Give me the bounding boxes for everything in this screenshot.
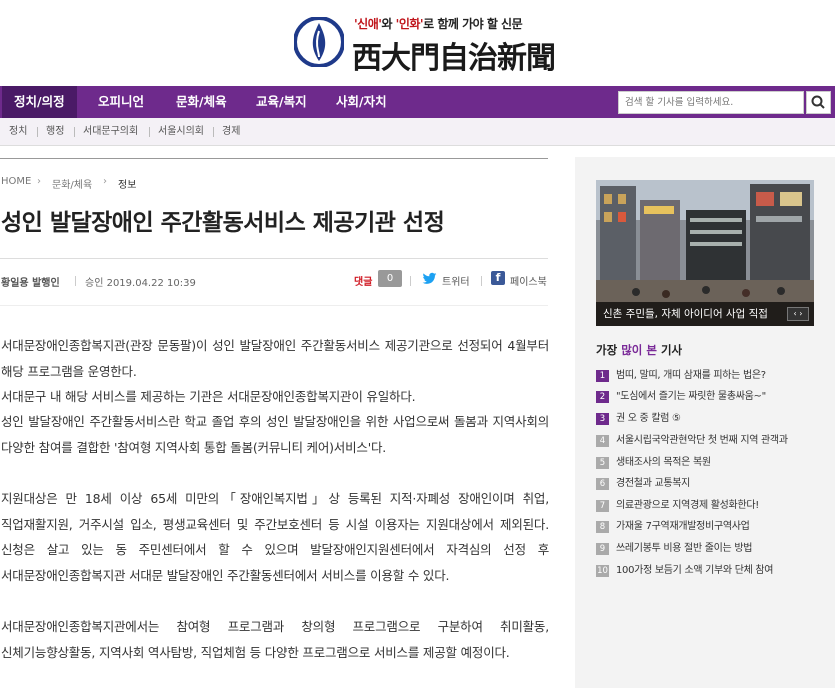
popular-item[interactable]: 5 생태조사의 목적은 복원 [596,456,826,470]
breadcrumb-current[interactable]: 정보 [118,176,136,191]
subnav-item-admin[interactable]: 행정 [46,118,64,146]
popular-item-title[interactable]: 100가정 보듬기 소액 기부와 단체 참여 [616,564,773,578]
rank-badge: 6 [596,478,609,490]
slogan-rest: 로 함께 가야 할 신문 [423,17,523,31]
twitter-share-label[interactable]: 트위터 [442,273,470,288]
article-paragraph: 서대문장애인종합복지관에서는 참여형 프로그램과 창의형 프로그램으로 구분하여… [1,619,549,660]
divider [149,127,150,137]
comment-label[interactable]: 댓글 [354,273,372,288]
breadcrumb-section[interactable]: 문화/체육 [52,176,92,191]
popular-item-title[interactable]: 의료관광으로 지역경제 활성화한다! [616,499,759,513]
featured-photo[interactable]: 신촌 주민들, 자체 아이디어 사업 직접 ‹ › [596,180,814,326]
article-paragraph: 지원대상은 만 18세 이상 65세 미만의「장애인복지법」상 등록된 지적·자… [1,491,549,583]
search-button[interactable] [806,91,831,114]
divider [410,276,411,286]
popular-item-title[interactable]: 권 오 중 칼럼 ⑤ [616,412,681,426]
divider [0,158,548,159]
slogan: '신애'와 '인화'로 함께 가야 할 신문 [354,15,523,32]
popular-item[interactable]: 1 범띠, 말띠, 개띠 삼재를 피하는 법은? [596,369,826,383]
slogan-quote-2: '인화' [395,17,424,31]
subnav-item-district-council[interactable]: 서대문구의회 [83,118,138,146]
divider [213,127,214,137]
chevron-right-icon: › [103,176,107,187]
subnav-item-city-council[interactable]: 서울시의회 [158,118,204,146]
rank-badge: 10 [596,565,609,577]
slogan-quote-1: '신애' [354,17,382,31]
rank-badge: 2 [596,391,609,403]
slogan-mid: 와 [381,17,392,31]
divider [74,127,75,137]
newspaper-name: 西大門自治新聞 [352,41,556,76]
popular-articles-title: 가장 많이 본 기사 [596,342,682,358]
popular-item[interactable]: 6 경전철과 교통복지 [596,477,826,491]
nav-item-culture[interactable]: 문화/체육 [176,86,227,118]
subnav-item-politics[interactable]: 정치 [9,118,27,146]
popular-item-title[interactable]: 쓰레기봉투 비용 절반 줄이는 방법 [616,542,752,556]
nav-item-politics[interactable]: 정치/의정 [2,86,77,118]
popular-item[interactable]: 7 의료관광으로 지역경제 활성화한다! [596,499,826,513]
masthead: '신애'와 '인화'로 함께 가야 할 신문 西大門自治新聞 [0,0,835,86]
popular-item[interactable]: 8 가재울 7구역재개발정비구역사업 [596,520,826,534]
subnav-item-economy[interactable]: 경제 [222,118,240,146]
breadcrumb-home[interactable]: HOME [1,176,31,187]
popular-item[interactable]: 3 권 오 중 칼럼 ⑤ [596,412,826,426]
popular-item-title[interactable]: 서울시립국악관현악단 첫 번째 지역 관객과 [616,434,788,448]
popular-item[interactable]: 9 쓰레기봉투 비용 절반 줄이는 방법 [596,542,826,556]
rank-badge: 3 [596,413,609,425]
nav-item-education[interactable]: 교육/복지 [256,86,307,118]
divider [37,127,38,137]
popular-title-post: 기사 [660,343,683,357]
carousel-arrows-icon[interactable]: ‹ › [787,307,809,321]
twitter-icon[interactable] [422,271,437,286]
facebook-share-label[interactable]: 페이스북 [510,273,547,288]
site-logo[interactable]: '신애'와 '인화'로 함께 가야 할 신문 西大門自治新聞 [294,11,556,76]
chevron-right-icon: › [37,176,41,187]
article-paragraph: 서대문구 내 해당 서비스를 제공하는 기관은 서대문장애인종합복지관이 유일하… [1,389,416,404]
sub-nav: 정치 행정 서대문구의회 서울시의회 경제 [0,118,835,146]
rank-badge: 5 [596,457,609,469]
nav-item-society[interactable]: 사회/자치 [336,86,387,118]
popular-item-title[interactable]: 경전철과 교통복지 [616,477,690,491]
comment-count-badge[interactable]: 0 [378,270,402,287]
popular-item-title[interactable]: 범띠, 말띠, 개띠 삼재를 피하는 법은? [616,369,766,383]
popular-title-highlight: 많이 본 [621,343,657,357]
article-author: 황일용 발행인 [1,278,60,289]
facebook-icon[interactable]: f [491,271,505,285]
article-date: 승인 2019.04.22 10:39 [85,278,196,289]
divider [481,276,482,286]
rank-badge: 7 [596,500,609,512]
popular-item[interactable]: 10 100가정 보듬기 소액 기부와 단체 참여 [596,564,826,578]
emblem-icon [294,17,344,67]
popular-title-pre: 가장 [596,343,618,357]
photo-caption[interactable]: 신촌 주민들, 자체 아이디어 사업 직접 [596,302,814,326]
divider [75,276,76,286]
divider [0,258,548,259]
rank-badge: 8 [596,521,609,533]
main-nav: 정치/의정 오피니언 문화/체육 교육/복지 사회/자치 [0,86,835,118]
search-input[interactable] [618,91,804,114]
popular-item-title[interactable]: 가재울 7구역재개발정비구역사업 [616,520,750,534]
popular-item[interactable]: 4 서울시립국악관현악단 첫 번째 지역 관객과 [596,434,826,448]
rank-badge: 4 [596,435,609,447]
divider [0,305,548,306]
article-paragraph: 서대문장애인종합복지관(관장 문동팔)이 성인 발달장애인 주간활동서비스 제공… [1,338,549,379]
popular-item-title[interactable]: 생태조사의 목적은 복원 [616,456,711,470]
article-headline: 성인 발달장애인 주간활동서비스 제공기관 선정 [1,210,445,236]
rank-badge: 9 [596,543,609,555]
article-paragraph: 성인 발달장애인 주간활동서비스란 학교 졸업 후의 성인 발달장애인을 위한 … [1,414,549,455]
popular-item-title[interactable]: "도심에서 즐기는 짜릿한 물총싸움~" [616,390,766,404]
rank-badge: 1 [596,370,609,382]
search-icon [811,95,825,109]
nav-item-opinion[interactable]: 오피니언 [98,86,144,118]
popular-item[interactable]: 2 "도심에서 즐기는 짜릿한 물총싸움~" [596,390,826,404]
